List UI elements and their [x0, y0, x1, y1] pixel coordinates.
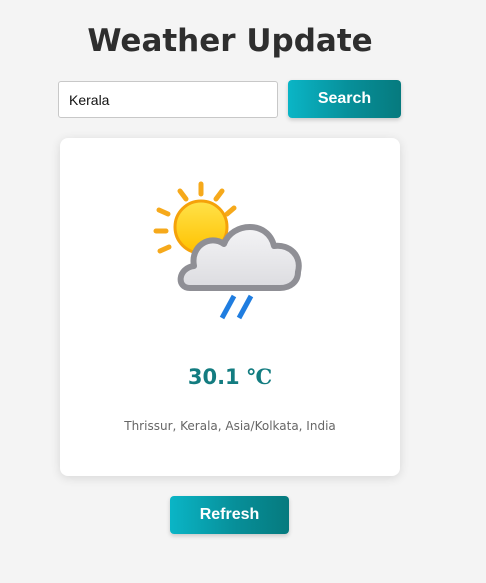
weather-app: Weather Update Search	[0, 0, 486, 583]
page-title: Weather Update	[87, 23, 373, 59]
search-button[interactable]: Search	[288, 80, 401, 118]
temperature-unit: ℃	[246, 364, 273, 389]
rain-drops	[219, 294, 254, 320]
search-input[interactable]	[58, 81, 278, 118]
weather-card: 30.1 ℃ Thrissur, Kerala, Asia/Kolkata, I…	[60, 138, 400, 476]
location-text: Thrissur, Kerala, Asia/Kolkata, India	[124, 419, 336, 433]
refresh-button[interactable]: Refresh	[170, 496, 289, 534]
partly-cloudy-rain-icon	[153, 181, 302, 320]
temperature-value: 30.1	[187, 365, 240, 389]
temperature-display: 30.1 ℃	[60, 364, 400, 389]
